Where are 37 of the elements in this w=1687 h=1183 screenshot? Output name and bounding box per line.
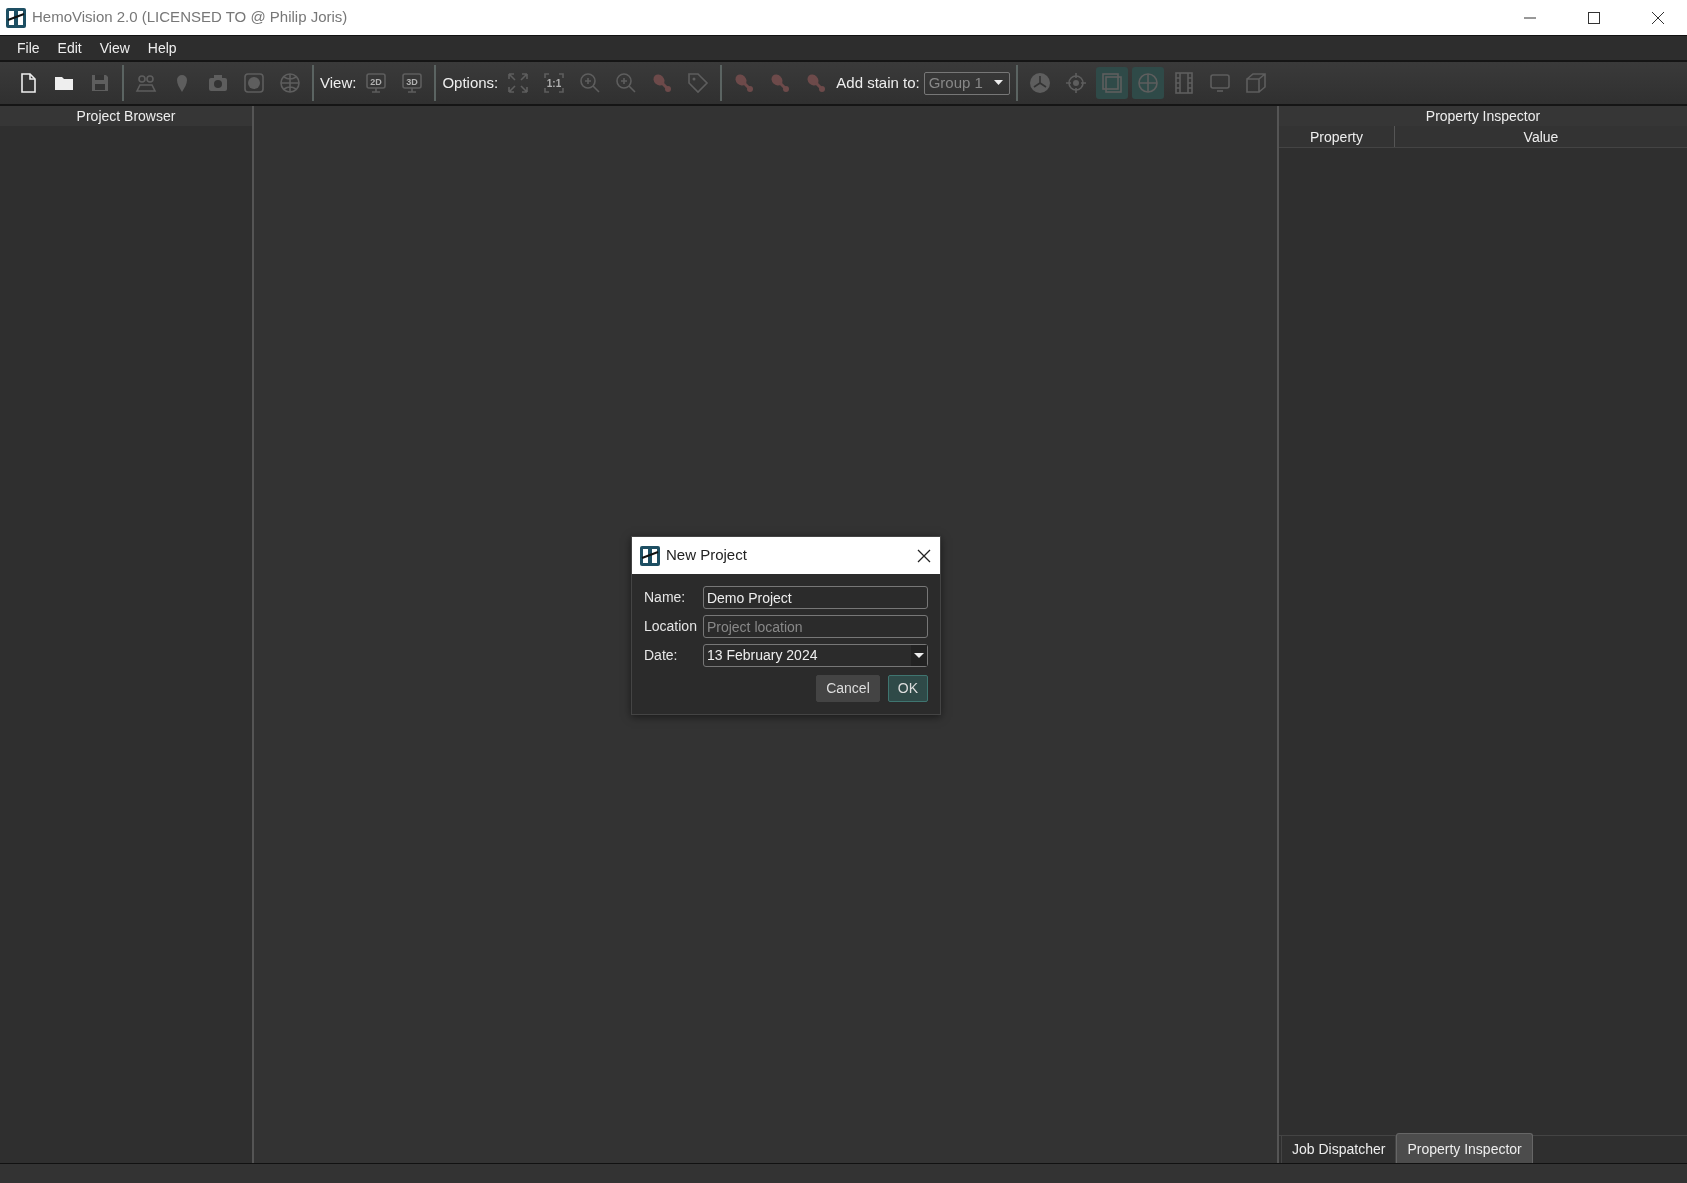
window-title: HemoVision 2.0 (LICENSED TO @ Philip Joris) bbox=[32, 7, 349, 28]
toolbar-label: View: bbox=[320, 72, 357, 93]
crosshair-icon bbox=[1063, 71, 1088, 95]
dock-tab[interactable]: Job Dispatcher bbox=[1281, 1135, 1397, 1163]
toolbar-label: Options: bbox=[442, 72, 499, 93]
panel-title: Property Inspector bbox=[1279, 106, 1687, 126]
globe-icon bbox=[1135, 71, 1160, 95]
globe-icon bbox=[278, 71, 302, 95]
field-label: Name: bbox=[644, 588, 687, 607]
column-header: Value bbox=[1394, 126, 1687, 147]
dialog-title: New Project bbox=[666, 545, 748, 566]
date-field[interactable]: 13 February 2024 bbox=[702, 644, 928, 667]
cube-icon bbox=[1243, 71, 1268, 95]
caret-icon bbox=[911, 645, 927, 666]
caret-icon bbox=[993, 80, 1003, 86]
column-header: Property bbox=[1279, 126, 1394, 147]
menu-item[interactable]: File bbox=[8, 37, 49, 59]
monitor-icon bbox=[1207, 71, 1232, 95]
menu-item[interactable]: Edit bbox=[48, 37, 91, 59]
dialog-button[interactable]: Cancel bbox=[816, 675, 880, 702]
close-icon[interactable] bbox=[916, 547, 932, 564]
dialog-button[interactable]: OK bbox=[887, 675, 928, 702]
input-field[interactable]: Project location bbox=[702, 615, 928, 638]
tag-icon bbox=[686, 71, 711, 95]
expand-arrows-icon bbox=[506, 71, 531, 95]
menu-item[interactable]: View bbox=[90, 37, 139, 59]
layers-icon bbox=[1099, 71, 1124, 95]
dock-tab[interactable]: Property Inspector bbox=[1396, 1133, 1533, 1163]
panel-title: Project Browser bbox=[0, 106, 252, 126]
app-logo-icon bbox=[6, 7, 26, 28]
field-label: Location bbox=[644, 617, 697, 636]
app-logo-icon bbox=[640, 545, 660, 566]
toolbar-label: Add stain to: bbox=[836, 72, 920, 93]
input-field[interactable]: Demo Project bbox=[702, 586, 928, 609]
menu-item[interactable]: Help bbox=[138, 37, 186, 59]
axes-icon bbox=[1027, 71, 1052, 95]
field-label: Date: bbox=[644, 646, 679, 665]
